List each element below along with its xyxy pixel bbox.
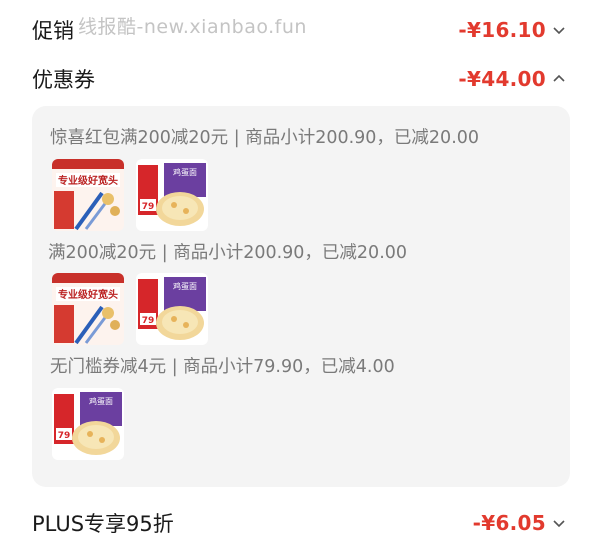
plus-discount-label: PLUS专享95折 [32,512,174,536]
product-thumbnail-noodle[interactable]: 鸡蛋面 79 [136,273,208,345]
noodle-price-text: 79 [142,316,155,326]
coupon-item-title: 惊喜红包满200减20元 | 商品小计200.90，已减20.00 [50,128,480,148]
noodle-badge-text: 鸡蛋面 [173,167,197,177]
product-thumbnail-brush[interactable]: 专业级好宽头 [52,273,124,345]
plus-discount-row[interactable]: PLUS专享95折 -¥6.05 [0,503,600,543]
product-thumbnail-noodle[interactable]: 鸡蛋面 79 [136,159,208,231]
chevron-up-icon[interactable] [552,72,566,86]
noodle-product-image: 鸡蛋面 79 [52,388,124,460]
noodle-price-text: 79 [58,431,71,441]
brush-headline-text: 专业级好宽头 [58,174,118,187]
toothbrush-product-image: 专业级好宽头 [52,273,124,345]
coupon-details-panel: 惊喜红包满200减20元 | 商品小计200.90，已减20.00 专业级好宽头… [32,106,570,487]
chevron-down-icon[interactable] [552,23,566,37]
coupon-amount: -¥44.00 [458,67,546,91]
coupon-label: 优惠券 [32,68,95,92]
toothbrush-product-image: 专业级好宽头 [52,159,124,231]
chevron-down-icon[interactable] [552,516,566,530]
promo-label: 促销 [32,19,74,43]
coupon-item-title: 满200减20元 | 商品小计200.90，已减20.00 [48,243,408,263]
promo-amount: -¥16.10 [458,18,546,42]
product-thumbnail-noodle[interactable]: 鸡蛋面 79 [52,388,124,460]
noodle-price-text: 79 [142,202,155,212]
noodle-product-image: 鸡蛋面 79 [136,273,208,345]
product-thumbnail-brush[interactable]: 专业级好宽头 [52,159,124,231]
coupon-item-title: 无门槛券减4元 | 商品小计79.90，已减4.00 [50,357,395,377]
coupon-row[interactable]: 优惠券 -¥44.00 [0,59,600,99]
noodle-badge-text: 鸡蛋面 [173,281,197,291]
brush-headline-text: 专业级好宽头 [58,288,118,301]
promo-row[interactable]: 促销 -¥16.10 [0,10,600,50]
plus-discount-amount: -¥6.05 [472,511,546,535]
noodle-badge-text: 鸡蛋面 [89,396,113,406]
noodle-product-image: 鸡蛋面 79 [136,159,208,231]
